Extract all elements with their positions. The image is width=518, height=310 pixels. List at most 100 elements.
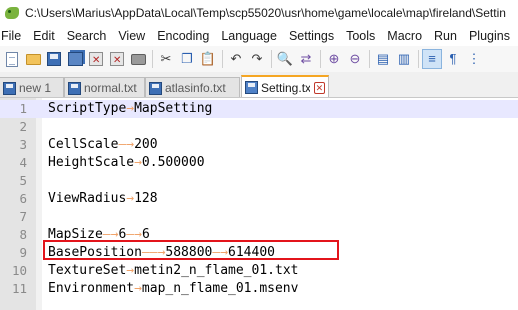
code-token: TextureSet [48, 263, 127, 278]
document-tab-bar: new 1 normal.txt atlasinfo.txt Setting.t… [0, 72, 518, 98]
toolbar-separator [369, 50, 370, 68]
saved-file-icon [245, 81, 258, 94]
line-number: 3 [19, 137, 27, 152]
menu-view[interactable]: View [112, 26, 151, 46]
line-code: HeightScale→0.500000 [48, 154, 205, 172]
sync-scroll-h-icon[interactable]: ▥ [395, 50, 413, 68]
tab-char-arrow: → [126, 101, 135, 116]
window-title: C:\Users\Marius\AppData\Local\Temp\scp55… [25, 6, 506, 20]
paste-icon[interactable]: 📋 [199, 50, 217, 68]
code-token: CellScale [48, 137, 119, 152]
text-editor[interactable]: 1 ScriptType→MapSetting 2 3 CellScale—→200 4 H… [0, 98, 518, 310]
replace-icon[interactable]: ⇄ [297, 50, 315, 68]
code-token: MapSetting [134, 101, 213, 116]
toolbar: ✂ ❐ 📋 ↶ ↷ 🔍 ⇄ ⊕ ⊖ ▤ ▥ ≡ ¶ ⋮ [0, 46, 518, 72]
line-code: CellScale—→200 [48, 136, 158, 154]
tab-normal-txt[interactable]: normal.txt [64, 77, 145, 97]
find-icon[interactable]: 🔍 [276, 50, 294, 68]
zoom-in-icon[interactable]: ⊕ [325, 50, 343, 68]
save-icon[interactable] [45, 50, 63, 68]
print-icon[interactable] [129, 50, 147, 68]
word-wrap-icon[interactable]: ≡ [422, 49, 442, 69]
modified-file-icon [149, 81, 162, 95]
line-number: 7 [19, 209, 27, 224]
new-file-icon[interactable] [3, 50, 21, 68]
menu-language[interactable]: Language [215, 26, 283, 46]
tab-char-arrow: → [126, 191, 135, 206]
menu-plugins[interactable]: Plugins [463, 26, 516, 46]
code-token: 200 [134, 137, 158, 152]
close-file-icon[interactable] [87, 50, 105, 70]
toolbar-separator [152, 50, 153, 68]
highlight-annotation-box [43, 240, 339, 260]
line-number: 2 [19, 119, 27, 134]
toolbar-separator [418, 50, 419, 68]
toolbar-separator [320, 50, 321, 68]
menu-macro[interactable]: Macro [381, 26, 428, 46]
sync-scroll-v-icon[interactable]: ▤ [374, 50, 392, 68]
undo-icon[interactable]: ↶ [227, 50, 245, 68]
toolbar-separator [271, 50, 272, 68]
open-file-icon[interactable] [24, 50, 42, 68]
tab-label: Setting.txt [261, 80, 310, 95]
code-token: Environment [48, 281, 135, 296]
editor-line[interactable]: 3 CellScale—→200 [0, 136, 518, 154]
show-all-chars-icon[interactable]: ¶ [444, 50, 462, 68]
editor-line[interactable]: 2 [0, 118, 518, 136]
tab-label: normal.txt [84, 81, 137, 95]
close-all-icon[interactable] [108, 50, 126, 70]
tab-new-1[interactable]: new 1 [0, 77, 64, 97]
line-number: 6 [19, 191, 27, 206]
editor-line[interactable]: 4 HeightScale→0.500000 [0, 154, 518, 172]
line-number: 10 [11, 263, 27, 278]
code-token: map_n_flame_01.msenv [141, 281, 299, 296]
editor-line[interactable]: 6 ViewRadius→128 [0, 190, 518, 208]
code-token: 0.500000 [141, 155, 205, 170]
modified-file-icon [3, 81, 16, 95]
code-token: HeightScale [48, 155, 135, 170]
tab-char-arrow: —→ [118, 137, 135, 152]
line-number: 4 [19, 155, 27, 170]
cut-icon[interactable]: ✂ [157, 50, 175, 68]
redo-icon[interactable]: ↷ [248, 50, 266, 68]
save-all-icon[interactable] [66, 50, 84, 68]
line-number: 9 [19, 245, 27, 260]
editor-line[interactable]: 1 ScriptType→MapSetting [0, 100, 518, 118]
menu-edit[interactable]: Edit [27, 26, 61, 46]
menu-run[interactable]: Run [428, 26, 463, 46]
menu-bar: File Edit Search View Encoding Language … [0, 26, 518, 46]
line-code: Environment→map_n_flame_01.msenv [48, 280, 298, 298]
line-code: ViewRadius→128 [48, 190, 158, 208]
tab-close-icon[interactable]: ✕ [313, 81, 325, 94]
title-bar: C:\Users\Marius\AppData\Local\Temp\scp55… [0, 0, 518, 26]
line-code: ScriptType→MapSetting [48, 100, 212, 118]
editor-line[interactable]: 10 TextureSet→metin2_n_flame_01.txt [0, 262, 518, 280]
menu-tools[interactable]: Tools [340, 26, 381, 46]
code-token: ViewRadius [48, 191, 127, 206]
menu-encoding[interactable]: Encoding [151, 26, 215, 46]
tab-label: new 1 [19, 81, 52, 95]
indent-guide-icon[interactable]: ⋮ [465, 50, 483, 68]
modified-file-icon [68, 81, 81, 95]
editor-line[interactable]: 11 Environment→map_n_flame_01.msenv [0, 280, 518, 298]
copy-icon[interactable]: ❐ [178, 50, 196, 68]
tab-atlasinfo-txt[interactable]: atlasinfo.txt [145, 77, 240, 97]
tab-char-arrow: → [134, 155, 142, 170]
line-number: 11 [11, 281, 27, 296]
toolbar-separator [222, 50, 223, 68]
code-token: 128 [134, 191, 158, 206]
zoom-out-icon[interactable]: ⊖ [346, 50, 364, 68]
line-code: TextureSet→metin2_n_flame_01.txt [48, 262, 298, 280]
tab-label: atlasinfo.txt [165, 81, 226, 95]
code-token: ScriptType [48, 101, 127, 116]
tab-char-arrow: → [134, 281, 142, 296]
editor-line[interactable]: 7 [0, 208, 518, 226]
line-number: 5 [19, 173, 27, 188]
editor-line[interactable]: 5 [0, 172, 518, 190]
menu-file[interactable]: File [0, 26, 27, 46]
menu-settings[interactable]: Settings [283, 26, 340, 46]
notepad-plus-plus-icon [4, 5, 20, 21]
tab-setting-txt[interactable]: Setting.txt ✕ [241, 75, 329, 97]
menu-search[interactable]: Search [61, 26, 113, 46]
tab-char-arrow: → [126, 263, 135, 278]
